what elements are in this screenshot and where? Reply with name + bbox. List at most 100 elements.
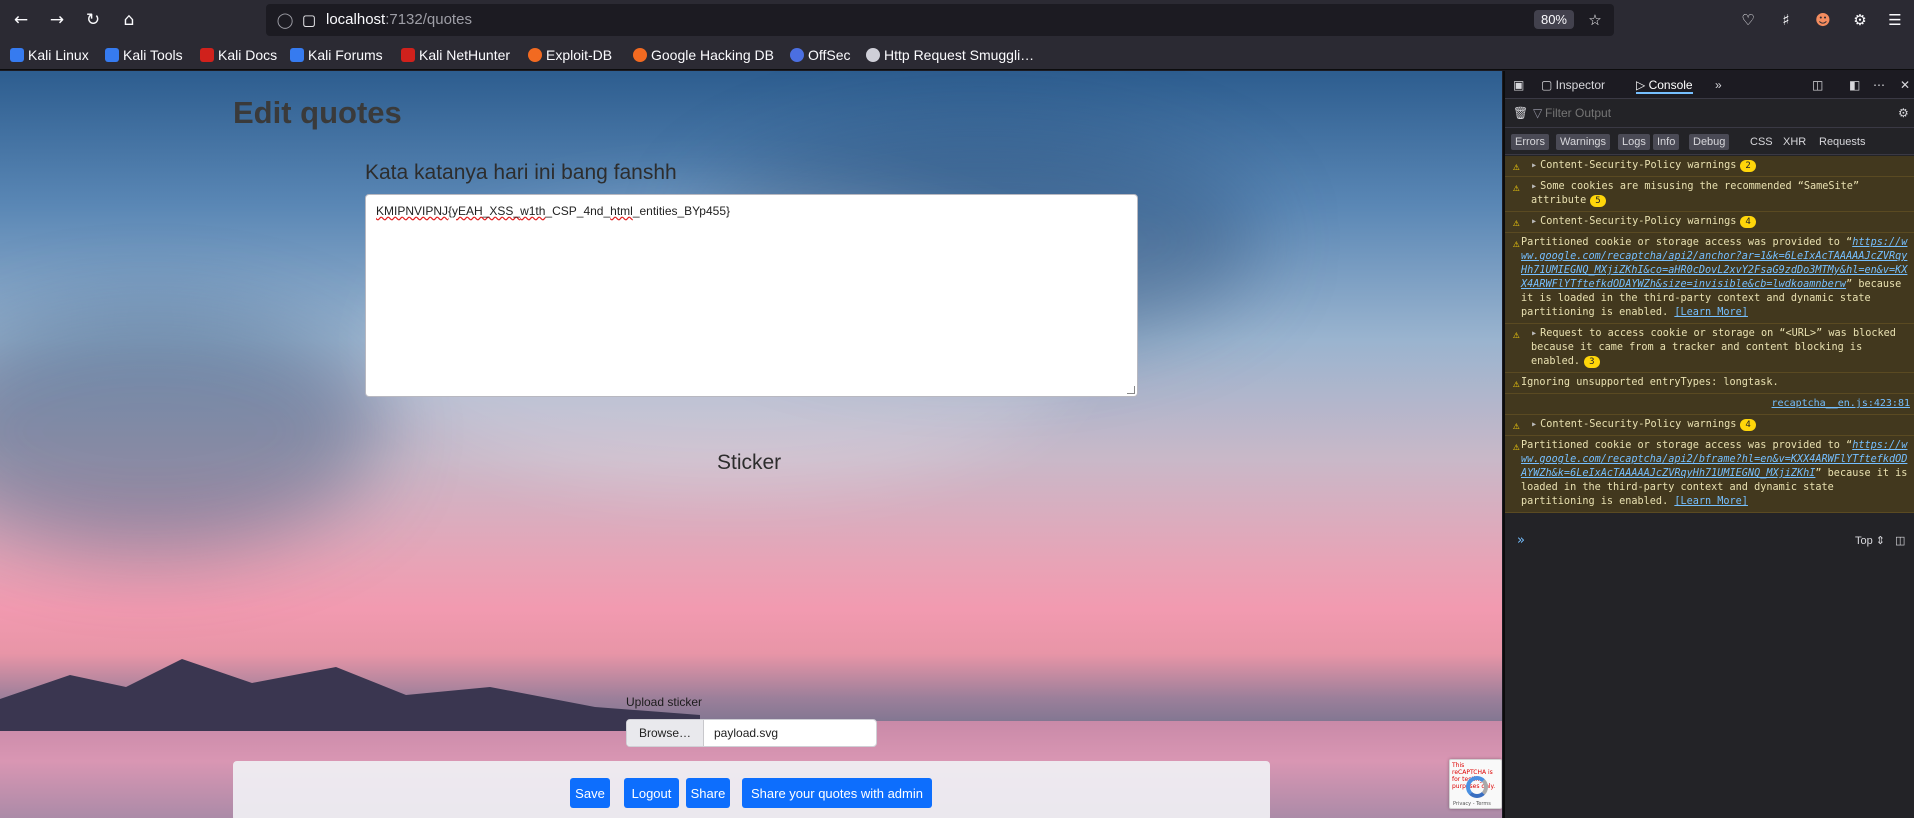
menu-icon[interactable]: ☰: [1884, 9, 1906, 31]
learn-more-link[interactable]: [Learn More]: [1674, 496, 1748, 507]
console-message[interactable]: ⚠ ▸ Content-Security-Policy warnings 4: [1505, 415, 1914, 436]
repeat-count-badge: 4: [1740, 216, 1756, 228]
trash-icon[interactable]: 🗑: [1513, 104, 1528, 122]
browser-toolbar: ← → ↻ ⌂ ◯ ▢ localhost:7132/quotes 80% ☆ …: [0, 0, 1914, 40]
expand-icon[interactable]: ▸: [1531, 216, 1537, 227]
bookmark-kali-docs[interactable]: Kali Docs: [200, 45, 277, 65]
filter-warnings[interactable]: Warnings: [1556, 134, 1611, 150]
background-mountain: [0, 659, 700, 731]
background-cloud: [0, 311, 380, 551]
filter-logs[interactable]: Logs: [1618, 134, 1650, 150]
quote-text-part: w1th: [520, 204, 546, 218]
kali-tools-icon: [105, 48, 119, 62]
warning-icon: ⚠: [1513, 216, 1520, 229]
expand-icon[interactable]: ▸: [1531, 160, 1537, 171]
quote-text-part: {yEAH_XSS_: [448, 204, 521, 218]
bookmark-google-hacking-db[interactable]: Google Hacking DB: [633, 45, 774, 65]
reload-icon[interactable]: ↻: [81, 8, 105, 32]
sticker-file-input[interactable]: Browse… payload.svg: [626, 719, 877, 747]
expand-icon[interactable]: ▸: [1531, 181, 1537, 192]
share-button[interactable]: Share: [686, 778, 730, 808]
editor-mode-icon[interactable]: ◫: [1895, 534, 1905, 547]
kali-linux-icon: [10, 48, 24, 62]
quote-text-part: html: [610, 204, 633, 218]
tab-console[interactable]: ▷ Console: [1636, 76, 1693, 94]
filter-info[interactable]: Info: [1653, 134, 1680, 150]
console-source-link[interactable]: recaptcha__en.js:423:81: [1505, 394, 1914, 415]
shield-icon[interactable]: ◯: [274, 9, 296, 31]
quote-textarea[interactable]: KMIPNVIPNJ{yEAH_XSS_w1th_CSP_4nd_html_en…: [365, 194, 1138, 397]
quote-text-part: KMIPNVIPNJ: [376, 204, 449, 218]
bookmark-offsec[interactable]: OffSec: [790, 45, 851, 65]
bookmark-kali-tools[interactable]: Kali Tools: [105, 45, 183, 65]
console-message[interactable]: ⚠ ▸ Some cookies are misusing the recommen…: [1505, 177, 1914, 212]
home-icon[interactable]: ⌂: [117, 8, 141, 32]
filter-output-input[interactable]: [1545, 106, 1885, 120]
inspector-icon: ▢: [1541, 78, 1556, 92]
pocket-icon[interactable]: ♡: [1737, 9, 1759, 31]
filter-xhr[interactable]: XHR: [1779, 134, 1810, 150]
expand-icon[interactable]: ▸: [1531, 419, 1537, 430]
url-text[interactable]: localhost:7132/quotes: [326, 11, 472, 28]
recaptcha-privacy-link[interactable]: Privacy - Terms: [1453, 801, 1491, 807]
console-settings-icon[interactable]: ⚙: [1898, 104, 1909, 122]
bookmark-kali-linux[interactable]: Kali Linux: [10, 45, 89, 65]
repeat-count-badge: 2: [1740, 160, 1756, 172]
expand-icon[interactable]: ▸: [1531, 328, 1537, 339]
warning-icon: ⚠: [1513, 160, 1520, 173]
bookmark-kali-forums[interactable]: Kali Forums: [290, 45, 383, 65]
bookmark-http-request-smuggling[interactable]: Http Request Smuggli…: [866, 45, 1034, 65]
warning-icon: ⚠: [1513, 328, 1520, 341]
forward-icon[interactable]: →: [45, 8, 69, 32]
recaptcha-badge[interactable]: This reCAPTCHA is for testing purposes o…: [1449, 759, 1502, 809]
browse-button[interactable]: Browse…: [627, 720, 704, 746]
filter-debug[interactable]: Debug: [1689, 134, 1730, 150]
console-message[interactable]: ⚠ Partitioned cookie or storage access wa…: [1505, 436, 1914, 513]
kali-forums-icon: [290, 48, 304, 62]
filter-errors[interactable]: Errors: [1511, 134, 1549, 150]
kali-docs-icon: [200, 48, 214, 62]
logout-button[interactable]: Logout: [624, 778, 679, 808]
page-icon[interactable]: ▢: [298, 9, 320, 31]
zoom-level[interactable]: 80%: [1533, 10, 1574, 29]
filter-css[interactable]: CSS: [1746, 134, 1777, 150]
console-message[interactable]: ⚠ ▸ Content-Security-Policy warnings 2: [1505, 156, 1914, 177]
star-icon[interactable]: ☆: [1584, 9, 1606, 31]
console-message[interactable]: ⚠ ▸ Request to access cookie or storage on…: [1505, 324, 1914, 373]
url-bar[interactable]: ◯ ▢ localhost:7132/quotes 80% ☆: [266, 4, 1614, 36]
warning-icon: ⚠: [1513, 440, 1520, 453]
save-button[interactable]: Save: [570, 778, 610, 808]
extensions-icon[interactable]: ♯: [1775, 9, 1797, 31]
profile-icon[interactable]: ☻: [1812, 9, 1834, 31]
offsec-icon: [790, 48, 804, 62]
responsive-design-icon[interactable]: ◫: [1812, 76, 1823, 94]
console-message[interactable]: ⚠ ▸ Content-Security-Policy warnings 4: [1505, 212, 1914, 233]
bookmarks-bar: Kali Linux Kali Tools Kali Docs Kali For…: [0, 40, 1914, 70]
quote-text-part: _CSP_4nd_: [545, 204, 611, 218]
dock-icon[interactable]: ◧: [1849, 76, 1860, 94]
browser-window: ← → ↻ ⌂ ◯ ▢ localhost:7132/quotes 80% ☆ …: [0, 0, 1914, 818]
warning-icon: ⚠: [1513, 181, 1520, 194]
console-message[interactable]: ⚠ Partitioned cookie or storage access wa…: [1505, 233, 1914, 324]
resize-handle[interactable]: [1127, 386, 1135, 394]
console-message[interactable]: ⚠ Ignoring unsupported entryTypes: longta…: [1505, 373, 1914, 394]
element-picker-icon[interactable]: ▣: [1513, 76, 1524, 94]
tab-inspector[interactable]: ▢ Inspector: [1541, 76, 1605, 94]
bookmark-kali-nethunter[interactable]: Kali NetHunter: [401, 45, 510, 65]
more-tabs-icon[interactable]: »: [1715, 76, 1722, 94]
learn-more-link[interactable]: [Learn More]: [1674, 307, 1748, 318]
filter-requests[interactable]: Requests: [1815, 134, 1869, 150]
devtools-menu-icon[interactable]: ⋯: [1873, 76, 1885, 94]
filter-icon: ▽: [1533, 106, 1543, 120]
close-devtools-icon[interactable]: ✕: [1900, 76, 1910, 94]
exploit-db-icon: [528, 48, 542, 62]
addon-icon[interactable]: ⚙: [1849, 9, 1871, 31]
console-icon: ▷: [1636, 78, 1649, 92]
bookmark-exploit-db[interactable]: Exploit-DB: [528, 45, 612, 65]
share-with-admin-button[interactable]: Share your quotes with admin: [742, 778, 932, 808]
console-input[interactable]: » Top ⇕ ◫: [1505, 531, 1914, 553]
warning-icon: ⚠: [1513, 419, 1520, 432]
back-icon[interactable]: ←: [9, 8, 33, 32]
quote-label: Kata katanya hari ini bang fanshh: [365, 161, 677, 184]
context-selector[interactable]: Top ⇕: [1855, 534, 1885, 547]
